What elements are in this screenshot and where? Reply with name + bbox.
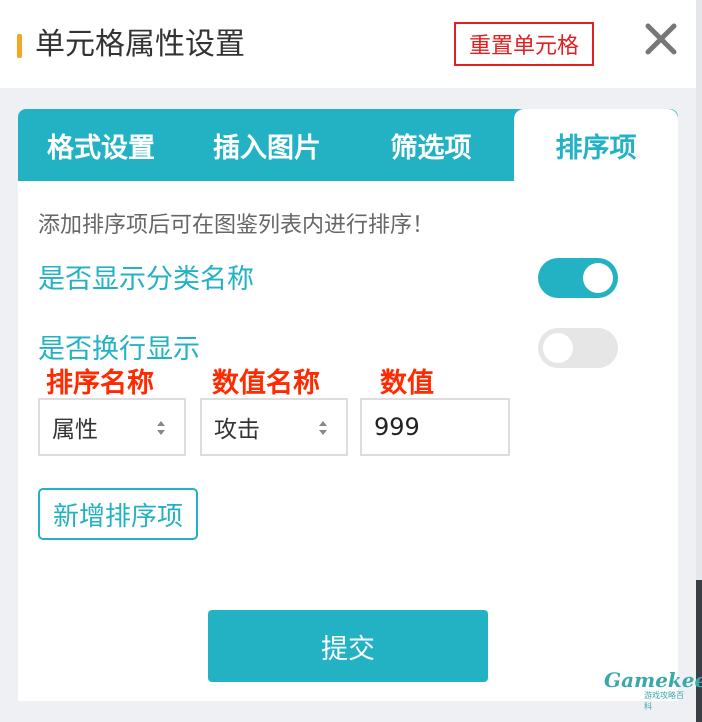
tab-insert-image[interactable]: 插入图片 (184, 109, 350, 181)
sort-hint: 添加排序项后可在图鉴列表内进行排序！ (38, 213, 435, 238)
show-category-toggle[interactable] (538, 258, 618, 298)
toggle-knob (583, 263, 613, 293)
annotation-sort-name: 排序名称 (46, 368, 154, 399)
annotation-value: 数值 (380, 368, 434, 399)
add-sort-item-button[interactable]: 新增排序项 (38, 488, 198, 540)
tab-sort[interactable]: 排序项 (514, 109, 678, 181)
value-name-select[interactable]: 攻击 (200, 398, 348, 456)
tab-filter[interactable]: 筛选项 (350, 109, 512, 181)
show-category-label: 是否显示分类名称 (38, 264, 254, 295)
sort-name-selected-value: 属性 (52, 417, 98, 443)
toggle-knob (543, 333, 573, 363)
submit-button[interactable]: 提交 (208, 610, 488, 682)
title-accent-bar (17, 34, 22, 58)
page-scrollbar-thumb[interactable] (696, 580, 702, 722)
annotation-value-name: 数值名称 (212, 368, 320, 399)
gamekee-logo: Gamekee 游戏攻略百科 (604, 668, 702, 711)
dialog-header: 单元格属性设置 重置单元格 (0, 0, 696, 88)
value-name-selected-value: 攻击 (214, 417, 260, 443)
logo-subtitle: 游戏攻略百科 (644, 691, 684, 711)
dialog-title: 单元格属性设置 (35, 27, 245, 62)
sort-name-select[interactable]: 属性 (38, 398, 186, 456)
select-arrows-icon (157, 421, 165, 435)
wrap-display-toggle[interactable] (538, 328, 618, 368)
value-input[interactable]: 999 (360, 398, 510, 456)
tab-format[interactable]: 格式设置 (18, 109, 184, 181)
close-icon[interactable] (640, 18, 682, 60)
settings-panel: 格式设置 插入图片 筛选项 排序项 添加排序项后可在图鉴列表内进行排序！ 是否显… (18, 109, 678, 701)
select-arrows-icon (319, 421, 327, 435)
logo-wordmark: Gamekee (604, 668, 702, 692)
reset-cell-button[interactable]: 重置单元格 (454, 22, 594, 66)
tab-bar: 格式设置 插入图片 筛选项 排序项 (18, 109, 678, 181)
